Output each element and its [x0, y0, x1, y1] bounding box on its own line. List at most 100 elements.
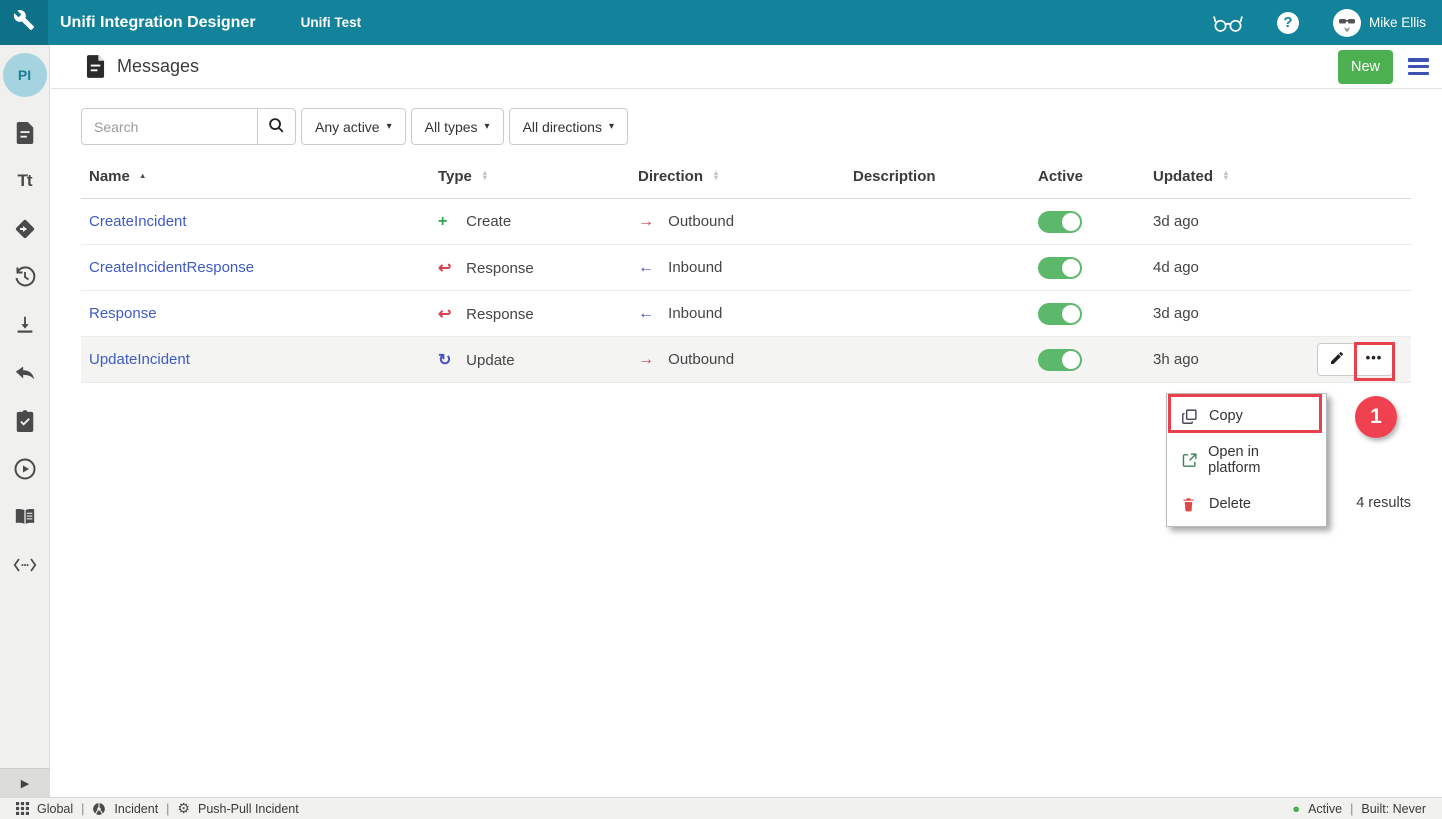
integration-avatar[interactable]: PI — [3, 53, 47, 97]
outbound-arrow-icon: → — [638, 213, 664, 231]
chevron-down-icon: ▾ — [485, 121, 490, 132]
fields-icon[interactable]: Tt — [13, 169, 37, 193]
built-label: Built: Never — [1361, 802, 1426, 816]
user-name[interactable]: Mike Ellis — [1369, 15, 1426, 30]
column-header-description: Description — [853, 168, 1038, 185]
play-icon[interactable] — [13, 457, 37, 481]
outbound-arrow-icon: → — [638, 351, 664, 369]
type-filter-dropdown[interactable]: All types ▾ — [411, 108, 504, 145]
application-icon — [92, 802, 106, 816]
inbound-arrow-icon: ← — [638, 259, 664, 277]
response-icon: ↩ — [438, 304, 462, 324]
environment-label[interactable]: Unifi Test — [301, 15, 362, 30]
menu-item-copy[interactable]: Copy — [1167, 394, 1326, 438]
active-status-dot: ● — [1292, 801, 1300, 816]
menu-item-open-in-platform[interactable]: Open in platform — [1167, 438, 1326, 482]
copy-icon — [1181, 408, 1209, 425]
updated-cell: 3d ago — [1153, 213, 1278, 230]
tasks-icon[interactable] — [13, 409, 37, 433]
help-icon[interactable]: ? — [1277, 12, 1299, 34]
chevron-down-icon: ▾ — [609, 121, 614, 132]
message-link[interactable]: CreateIncidentResponse — [89, 259, 254, 276]
status-bar: Global | Incident | ⚙ Push-Pull Incident… — [0, 797, 1442, 819]
sort-icon: ▲▼ — [712, 171, 719, 180]
documentation-icon[interactable] — [13, 505, 37, 529]
page-title: Messages — [117, 56, 199, 77]
message-link[interactable]: Response — [89, 305, 157, 322]
table-row-selected: UpdateIncident ↻ Update → Outbound 3h ag… — [81, 337, 1411, 383]
page-header: Messages New — [51, 45, 1442, 89]
column-header-direction[interactable]: Direction ▲▼ — [638, 168, 853, 185]
download-icon[interactable] — [13, 313, 37, 337]
integration-label[interactable]: Push-Pull Incident — [198, 802, 299, 816]
new-button[interactable]: New — [1338, 50, 1393, 84]
sort-asc-icon: ▲ — [139, 174, 146, 179]
preview-glasses-icon[interactable] — [1213, 12, 1243, 34]
updated-cell: 4d ago — [1153, 259, 1278, 276]
column-header-type[interactable]: Type ▲▼ — [438, 168, 638, 185]
messages-table: Name ▲ Type ▲▼ Direction ▲▼ Description … — [81, 155, 1411, 383]
user-avatar[interactable] — [1333, 9, 1361, 37]
edit-button[interactable] — [1318, 344, 1355, 375]
direction-label: Inbound — [668, 259, 722, 276]
direction-label: Inbound — [668, 305, 722, 322]
gear-icon: ⚙ — [177, 800, 190, 817]
pencil-icon — [1329, 350, 1345, 369]
type-label: Create — [466, 213, 511, 230]
type-label: Update — [466, 352, 514, 369]
sort-icon: ▲▼ — [1222, 171, 1229, 180]
updated-cell: 3d ago — [1153, 305, 1278, 322]
table-row: Response ↩ Response ← Inbound 3d ago — [81, 291, 1411, 337]
code-icon[interactable] — [13, 553, 37, 577]
direction-label: Outbound — [668, 213, 734, 230]
history-icon[interactable] — [13, 265, 37, 289]
grid-icon — [16, 802, 29, 815]
updated-cell: 3h ago — [1153, 351, 1278, 368]
trash-icon — [1181, 496, 1209, 513]
messages-page-icon — [86, 55, 105, 78]
status-label: Active — [1308, 802, 1342, 816]
direction-filter-dropdown[interactable]: All directions ▾ — [509, 108, 628, 145]
active-filter-dropdown[interactable]: Any active ▾ — [301, 108, 406, 145]
column-header-name[interactable]: Name ▲ — [81, 168, 438, 185]
results-count: 4 results — [1356, 495, 1411, 511]
scope-label[interactable]: Global — [37, 802, 73, 816]
column-header-updated[interactable]: Updated ▲▼ — [1153, 168, 1278, 185]
active-toggle[interactable] — [1038, 303, 1082, 325]
inbound-arrow-icon: ← — [638, 305, 664, 323]
row-context-menu: Copy Open in platform Delete — [1166, 393, 1327, 527]
update-icon: ↻ — [438, 350, 462, 370]
sidebar-expand-button[interactable]: ▶ — [0, 768, 50, 797]
ellipsis-icon: ••• — [1366, 350, 1383, 365]
app-title: Unifi Integration Designer — [60, 14, 256, 32]
sort-icon: ▲▼ — [481, 171, 488, 180]
active-toggle[interactable] — [1038, 349, 1082, 371]
type-label: Response — [466, 260, 534, 277]
chevron-down-icon: ▾ — [387, 121, 392, 132]
table-row: CreateIncidentResponse ↩ Response ← Inbo… — [81, 245, 1411, 291]
search-input[interactable] — [81, 108, 257, 145]
message-link[interactable]: CreateIncident — [89, 213, 187, 230]
menu-item-delete[interactable]: Delete — [1167, 482, 1326, 526]
annotation-step-badge: 1 — [1355, 396, 1397, 438]
application-label[interactable]: Incident — [114, 802, 158, 816]
active-toggle[interactable] — [1038, 257, 1082, 279]
table-header-row: Name ▲ Type ▲▼ Direction ▲▼ Description … — [81, 155, 1411, 199]
menu-icon[interactable] — [1408, 58, 1429, 75]
filter-bar: Any active ▾ All types ▾ All directions … — [81, 108, 628, 145]
directions-icon[interactable] — [13, 217, 37, 241]
app-logo[interactable] — [0, 0, 48, 45]
active-toggle[interactable] — [1038, 211, 1082, 233]
reply-icon[interactable] — [13, 361, 37, 385]
response-icon: ↩ — [438, 258, 462, 278]
top-bar: Unifi Integration Designer Unifi Test ? — [0, 0, 1442, 45]
left-sidebar: PI Tt ▶ — [0, 45, 50, 797]
messages-icon[interactable] — [13, 121, 37, 145]
direction-label: Outbound — [668, 351, 734, 368]
type-label: Response — [466, 306, 534, 323]
expand-arrow-icon: ▶ — [21, 777, 29, 790]
more-actions-button[interactable]: ••• — [1355, 344, 1392, 375]
search-button[interactable] — [257, 108, 296, 145]
message-link[interactable]: UpdateIncident — [89, 351, 190, 368]
search-icon — [268, 117, 285, 137]
